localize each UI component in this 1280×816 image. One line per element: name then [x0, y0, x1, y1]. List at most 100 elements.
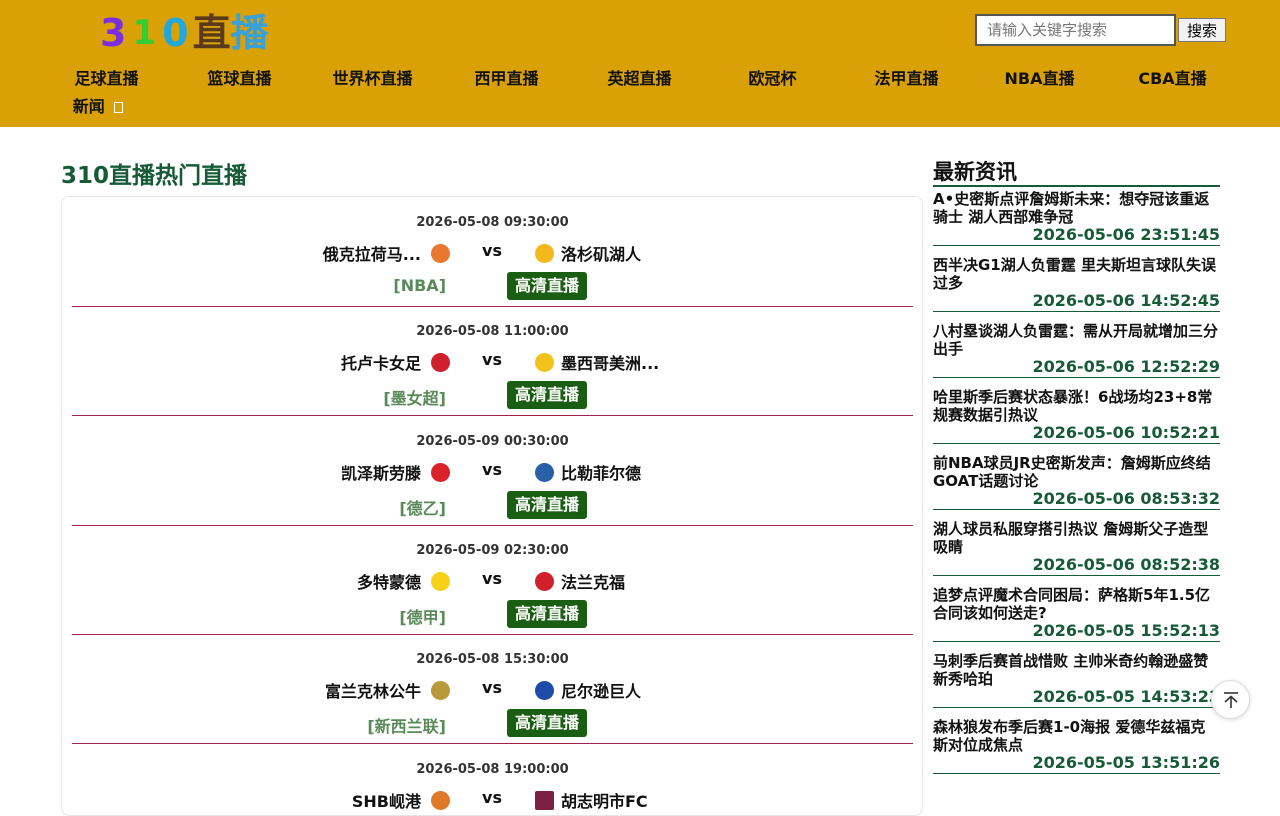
news-time: 2026-05-05 14:53:23 — [1032, 687, 1220, 706]
nav-item-nba[interactable]: NBA直播 — [973, 64, 1106, 94]
back-to-top-button[interactable] — [1211, 680, 1250, 719]
match-time: 2026-05-08 15:30:00 — [416, 652, 569, 667]
news-item[interactable]: 八村塁谈湖人负雷霆：需从开局就增加三分出手 2026-05-06 12:52:2… — [933, 322, 1220, 378]
home-team[interactable]: 俄克拉荷马... — [323, 241, 450, 265]
nav-item-football[interactable]: 足球直播 — [40, 64, 173, 94]
news-title[interactable]: 追梦点评魔术合同困局：萨格斯5年1.5亿合同该如何送走? — [933, 586, 1220, 622]
away-team[interactable]: 比勒菲尔德 — [535, 460, 641, 484]
home-team-name: 托卢卡女足 — [340, 354, 421, 373]
match-time: 2026-05-08 09:30:00 — [416, 215, 569, 230]
away-team[interactable]: 胡志明市FC — [535, 788, 648, 812]
nav-item-laliga[interactable]: 西甲直播 — [440, 64, 573, 94]
news-title[interactable]: A•史密斯点评詹姆斯未来：想夺冠该重返骑士 湖人西部难争冠 — [933, 190, 1220, 226]
team-logo-icon — [535, 352, 554, 372]
arrow-up-icon — [1223, 691, 1238, 708]
nav-item-epl[interactable]: 英超直播 — [573, 64, 706, 94]
search-input[interactable] — [975, 14, 1176, 46]
nav-item-cba[interactable]: CBA直播 — [1106, 64, 1239, 94]
home-team[interactable]: 托卢卡女足 — [341, 350, 450, 374]
news-title[interactable]: 湖人球员私服穿搭引热议 詹姆斯父子造型吸睛 — [933, 520, 1220, 556]
sidebar-divider — [933, 185, 1220, 187]
team-logo-icon — [535, 571, 554, 591]
news-item[interactable]: 马刺季后赛首战惜败 主帅米奇约翰逊盛赞新秀哈珀 2026-05-05 14:53… — [933, 652, 1220, 708]
home-team-name: 多特蒙德 — [356, 573, 421, 592]
news-time: 2026-05-06 10:52:21 — [1032, 423, 1220, 442]
away-team[interactable]: 墨西哥美洲... — [535, 350, 659, 374]
news-item[interactable]: 湖人球员私服穿搭引热议 詹姆斯父子造型吸睛 2026-05-06 08:52:3… — [933, 520, 1220, 576]
nav-item-worldcup[interactable]: 世界杯直播 — [306, 64, 439, 94]
news-time: 2026-05-06 08:53:32 — [1032, 489, 1220, 508]
home-team-name: 俄克拉荷马... — [322, 245, 421, 264]
news-item[interactable]: 森林狼发布季后赛1-0海报 爱德华兹福克斯对位成焦点 2026-05-05 13… — [933, 718, 1220, 774]
news-title[interactable]: 哈里斯季后赛状态暴涨！6战场均23+8常规赛数据引热议 — [933, 388, 1220, 424]
news-title[interactable]: 西半决G1湖人负雷霆 里夫斯坦言球队失误过多 — [933, 256, 1220, 292]
team-logo-icon — [535, 680, 554, 700]
nav-item-ucl[interactable]: 欧冠杯 — [706, 64, 839, 94]
team-logo-icon — [431, 462, 450, 482]
watch-hd-button[interactable]: 高清直播 — [507, 709, 587, 737]
home-team[interactable]: 凯泽斯劳滕 — [341, 460, 450, 484]
home-team-name: 凯泽斯劳滕 — [340, 464, 421, 483]
news-title[interactable]: 八村塁谈湖人负雷霆：需从开局就增加三分出手 — [933, 322, 1220, 358]
league-tag[interactable]: [NBA] — [393, 276, 446, 295]
vs-label: vs — [482, 678, 502, 697]
away-team-name: 法兰克福 — [561, 573, 626, 592]
nav-item-ligue1[interactable]: 法甲直播 — [840, 64, 973, 94]
home-team[interactable]: 富兰克林公牛 — [325, 678, 450, 702]
news-time: 2026-05-06 08:52:38 — [1032, 555, 1220, 574]
news-title[interactable]: 森林狼发布季后赛1-0海报 爱德华兹福克斯对位成焦点 — [933, 718, 1220, 754]
nav-item-basketball[interactable]: 篮球直播 — [173, 64, 306, 94]
vs-label: vs — [482, 569, 502, 588]
news-title[interactable]: 前NBA球员JR史密斯发声：詹姆斯应终结GOAT话题讨论 — [933, 454, 1220, 490]
home-team[interactable]: 多特蒙德 — [357, 569, 450, 593]
news-item[interactable]: 追梦点评魔术合同困局：萨格斯5年1.5亿合同该如何送走? 2026-05-05 … — [933, 586, 1220, 642]
news-item[interactable]: A•史密斯点评詹姆斯未来：想夺冠该重返骑士 湖人西部难争冠 2026-05-06… — [933, 190, 1220, 246]
watch-hd-button[interactable]: 高清直播 — [507, 491, 587, 519]
news-time: 2026-05-06 23:51:45 — [1032, 225, 1220, 244]
news-item[interactable]: 前NBA球员JR史密斯发声：詹姆斯应终结GOAT话题讨论 2026-05-06 … — [933, 454, 1220, 510]
search-bar: 搜索 — [975, 14, 1226, 46]
logo-char: 直 — [192, 11, 231, 55]
sidebar-title: 最新资讯 — [933, 160, 1017, 184]
league-tag[interactable]: [墨女超] — [383, 385, 446, 409]
nav-item-news[interactable]: 新闻 — [40, 92, 156, 122]
match-row: 2026-05-08 09:30:00 俄克拉荷马... vs 洛杉矶湖人 [N… — [72, 197, 913, 307]
dropdown-icon — [114, 102, 124, 113]
match-time: 2026-05-09 02:30:00 — [416, 543, 569, 558]
vs-label: vs — [482, 241, 502, 260]
league-tag[interactable]: [德甲] — [399, 604, 446, 628]
away-team[interactable]: 洛杉矶湖人 — [535, 241, 641, 265]
match-row: 2026-05-08 11:00:00 托卢卡女足 vs 墨西哥美洲... [墨… — [72, 306, 913, 416]
away-team-name: 墨西哥美洲... — [561, 354, 660, 373]
watch-hd-button[interactable]: 高清直播 — [507, 381, 587, 409]
team-logo-icon — [431, 243, 450, 263]
logo-char: 播 — [230, 11, 269, 55]
match-time: 2026-05-09 00:30:00 — [416, 434, 569, 449]
away-team-name: 洛杉矶湖人 — [561, 245, 642, 264]
watch-hd-button[interactable]: 高清直播 — [507, 272, 587, 300]
news-time: 2026-05-06 12:52:29 — [1032, 357, 1220, 376]
news-time: 2026-05-05 13:51:26 — [1032, 753, 1220, 772]
site-logo[interactable]: 3 1 0 直 播 — [100, 10, 269, 56]
team-logo-icon — [535, 790, 554, 810]
logo-digit: 0 — [162, 11, 189, 55]
home-team[interactable]: SHB岘港 — [352, 788, 450, 812]
news-title[interactable]: 马刺季后赛首战惜败 主帅米奇约翰逊盛赞新秀哈珀 — [933, 652, 1220, 688]
away-team[interactable]: 尼尔逊巨人 — [535, 678, 641, 702]
team-logo-icon — [431, 790, 450, 810]
league-tag[interactable]: [新西兰联] — [367, 713, 446, 737]
home-team-name: 富兰克林公牛 — [324, 682, 421, 701]
match-list: 2026-05-08 09:30:00 俄克拉荷马... vs 洛杉矶湖人 [N… — [61, 196, 923, 816]
watch-hd-button[interactable]: 高清直播 — [507, 600, 587, 628]
news-item[interactable]: 哈里斯季后赛状态暴涨！6战场均23+8常规赛数据引热议 2026-05-06 1… — [933, 388, 1220, 444]
match-row: 2026-05-09 00:30:00 凯泽斯劳滕 vs 比勒菲尔德 [德乙] … — [72, 416, 913, 526]
news-time: 2026-05-05 15:52:13 — [1032, 621, 1220, 640]
news-item[interactable]: 西半决G1湖人负雷霆 里夫斯坦言球队失误过多 2026-05-06 14:52:… — [933, 256, 1220, 312]
away-team[interactable]: 法兰克福 — [535, 569, 625, 593]
league-tag[interactable]: [德乙] — [399, 495, 446, 519]
match-time: 2026-05-08 11:00:00 — [416, 324, 569, 339]
team-logo-icon — [431, 571, 450, 591]
match-time: 2026-05-08 19:00:00 — [416, 762, 569, 777]
search-button[interactable]: 搜索 — [1178, 18, 1226, 42]
logo-digit: 3 — [100, 11, 127, 55]
